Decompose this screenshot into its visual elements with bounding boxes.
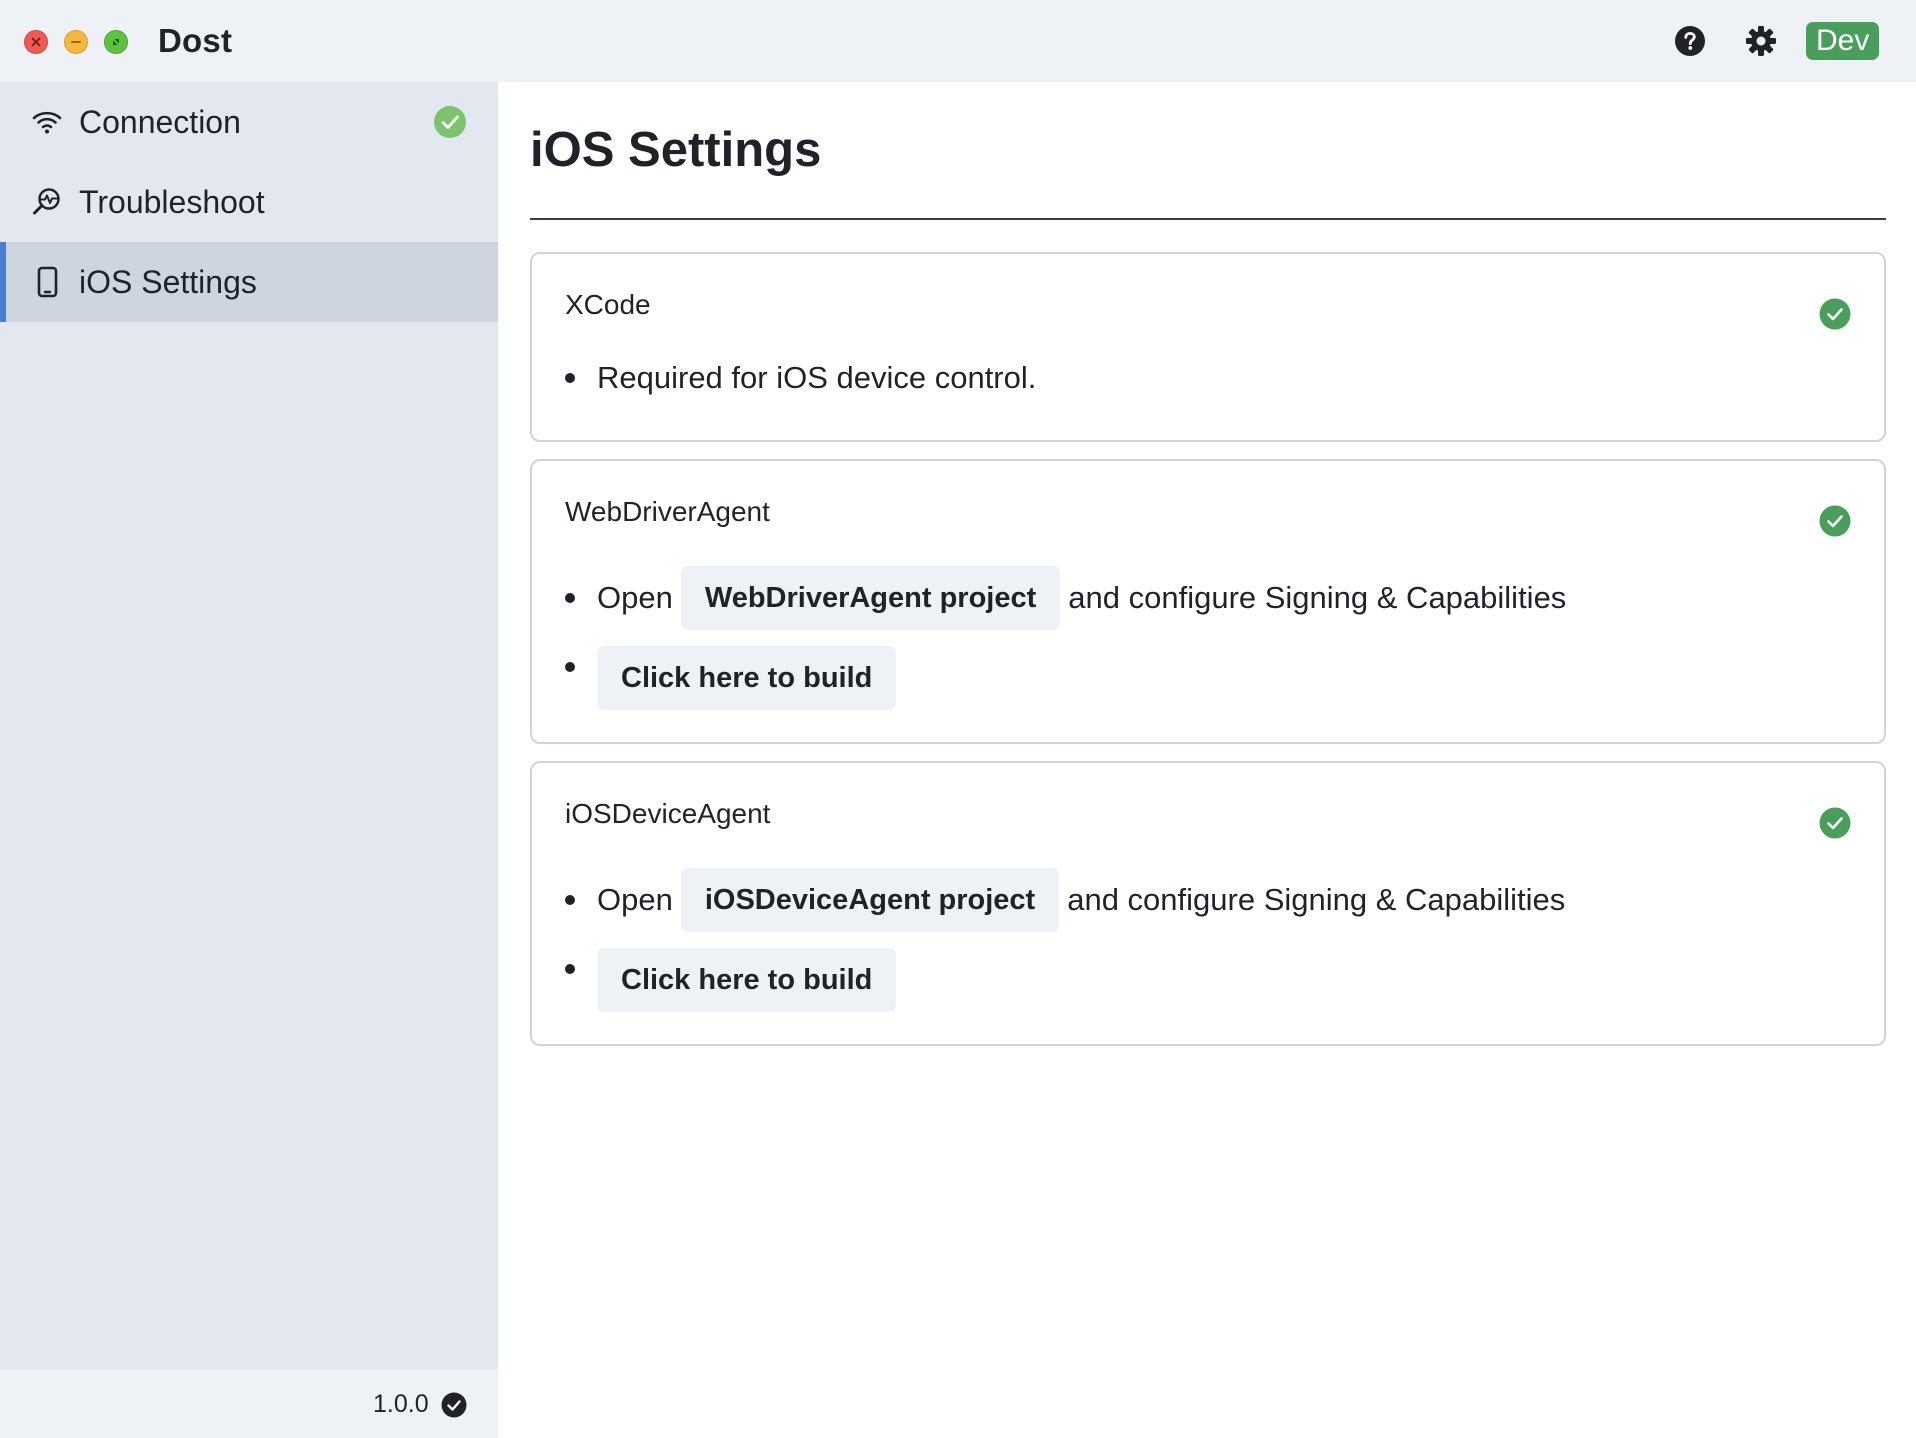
sidebar-item-ios-settings[interactable]: iOS Settings [0,242,498,322]
bullet [565,662,575,672]
list-item: Open iOSDeviceAgent project and configur… [565,868,1565,932]
xcode-status-check-icon [1819,298,1851,330]
card-title: iOSDeviceAgent [565,798,771,829]
sidebar: Connection Troubleshoot iOS Settings 1.0… [0,82,498,1438]
list-item: Click here to build [565,948,897,1012]
sidebar-item-connection[interactable]: Connection [0,82,498,162]
sidebar-item-troubleshoot[interactable]: Troubleshoot [0,162,498,242]
xcode-requirement-text: Required for iOS device control. [597,360,1037,395]
minimize-icon [71,41,81,43]
open-iosdeviceagent-project-button[interactable]: iOSDeviceAgent project [680,868,1060,932]
wifi-icon [30,105,64,139]
page-title: iOS Settings [530,123,822,177]
connection-status-check-icon [433,105,467,139]
sidebar-item-label: Connection [79,104,241,140]
title-bar: Dost Dev [0,0,1916,82]
open-prefix-text: Open [597,580,673,615]
version-check-icon [441,1392,467,1418]
title-divider [530,218,1886,220]
open-webdriveragent-project-button[interactable]: WebDriverAgent project [680,566,1061,630]
bullet [565,895,575,905]
webdriveragent-card: WebDriverAgent Open WebDriverAgent proje… [530,459,1886,744]
sidebar-footer: 1.0.0 [0,1370,498,1438]
card-title: XCode [565,289,651,320]
phone-icon [30,265,64,299]
close-window-button[interactable] [24,30,48,54]
card-title: WebDriverAgent [565,496,770,527]
help-button[interactable] [1671,22,1709,60]
version-label: 1.0.0 [373,1390,429,1418]
list-item: Open WebDriverAgent project and configur… [565,566,1566,630]
app-window: Dost Dev Connection Troubleshoot iOS Set… [0,0,1916,1438]
sidebar-item-label: Troubleshoot [79,184,265,220]
bullet [565,964,575,974]
bullet [565,373,575,383]
troubleshoot-icon [30,185,64,219]
xcode-card: XCode Required for iOS device control. [530,252,1886,442]
gear-icon [1746,26,1776,56]
list-item: Click here to build [565,646,897,710]
environment-badge: Dev [1806,22,1880,60]
main-content: iOS Settings XCode Required for iOS devi… [498,82,1916,1438]
fullscreen-icon [113,39,119,45]
iosdeviceagent-status-check-icon [1819,807,1851,839]
close-icon [31,37,41,47]
settings-button[interactable] [1742,22,1780,60]
configure-signing-text: and configure Signing & Capabilities [1068,580,1567,615]
app-title: Dost [158,22,233,59]
build-webdriveragent-button[interactable]: Click here to build [597,646,897,710]
webdriveragent-status-check-icon [1819,505,1851,537]
maximize-window-button[interactable] [104,30,128,54]
minimize-window-button[interactable] [64,30,88,54]
help-icon [1675,26,1705,56]
iosdeviceagent-card: iOSDeviceAgent Open iOSDeviceAgent proje… [530,761,1886,1046]
configure-signing-text: and configure Signing & Capabilities [1067,882,1566,917]
bullet [565,593,575,603]
open-prefix-text: Open [597,882,673,917]
sidebar-item-label: iOS Settings [79,264,257,300]
build-iosdeviceagent-button[interactable]: Click here to build [597,948,897,1012]
list-item: Required for iOS device control. [565,346,1036,410]
